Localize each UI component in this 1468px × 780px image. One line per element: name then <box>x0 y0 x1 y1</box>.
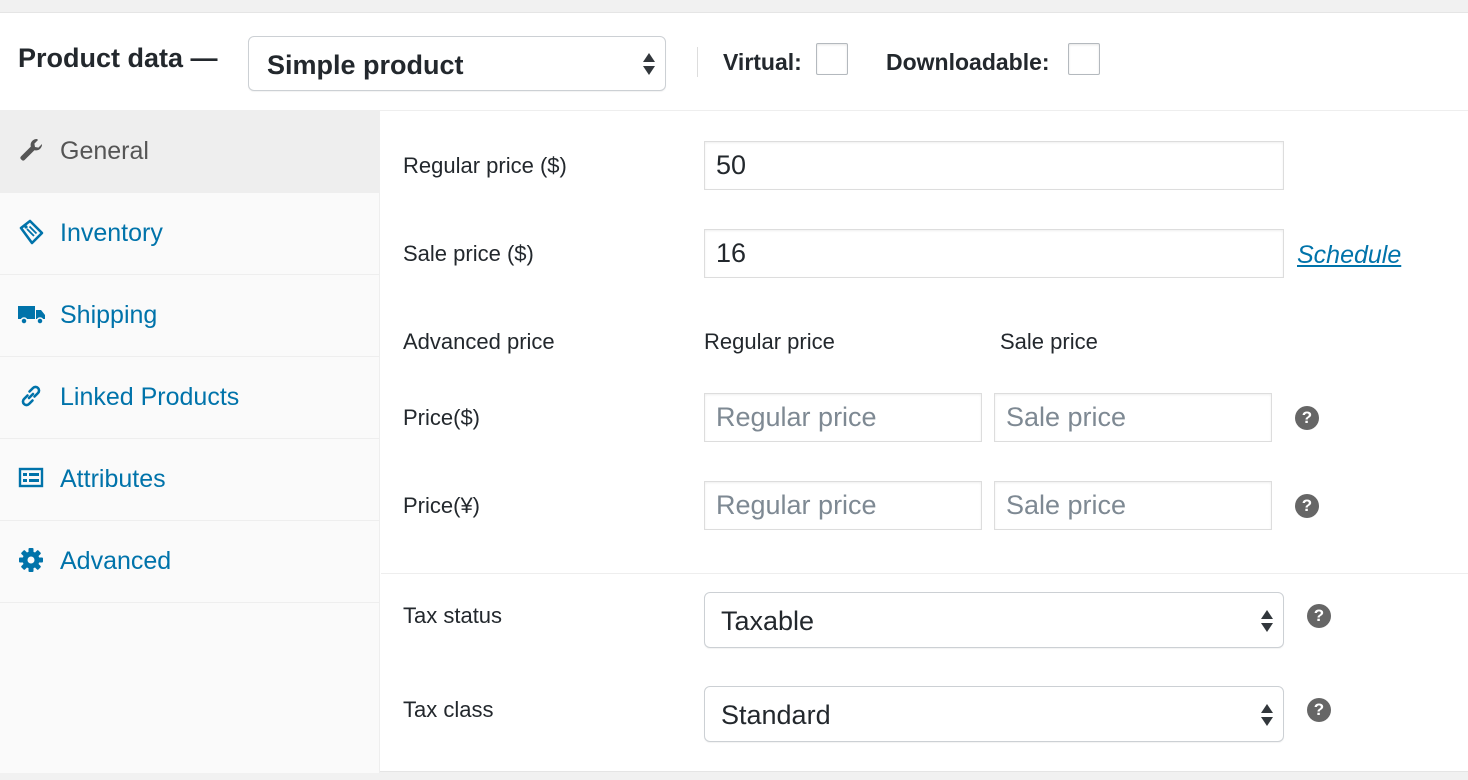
tag-icon <box>18 219 44 245</box>
help-icon[interactable]: ? <box>1307 604 1331 628</box>
tab-attributes[interactable]: Attributes <box>0 439 379 521</box>
tax-class-select[interactable]: Standard <box>704 686 1284 742</box>
panel-title: Product data — <box>18 43 218 73</box>
help-icon[interactable]: ? <box>1295 494 1319 518</box>
tab-label: Shipping <box>60 301 158 329</box>
tax-class-value: Standard <box>721 700 831 730</box>
schedule-link[interactable]: Schedule <box>1297 241 1401 270</box>
tab-label: Attributes <box>60 465 166 493</box>
select-arrows-icon <box>642 51 656 77</box>
help-icon[interactable]: ? <box>1295 406 1319 430</box>
select-arrows-icon <box>1260 608 1274 634</box>
virtual-checkbox[interactable] <box>816 43 848 75</box>
wrench-icon <box>18 137 44 163</box>
product-type-value: Simple product <box>267 50 464 80</box>
downloadable-label: Downloadable: <box>886 49 1050 75</box>
column-header-regular: Regular price <box>704 329 835 354</box>
header-separator <box>697 47 698 77</box>
product-data-tabs: General Inventory Shipping Linked Produc… <box>0 111 380 773</box>
price-usd-sale-input[interactable] <box>994 393 1272 442</box>
select-arrows-icon <box>1260 702 1274 728</box>
sale-price-label: Sale price ($) <box>403 241 534 266</box>
product-data-header: Product data — Simple product Virtual: D… <box>0 13 1468 111</box>
tab-shipping[interactable]: Shipping <box>0 275 379 357</box>
advanced-price-label: Advanced price <box>403 329 555 354</box>
tab-label: General <box>60 137 149 165</box>
product-data-panel: Product data — Simple product Virtual: D… <box>0 12 1468 773</box>
price-usd-regular-input[interactable] <box>704 393 982 442</box>
price-jpy-sale-input[interactable] <box>994 481 1272 530</box>
list-icon <box>18 465 44 491</box>
regular-price-label: Regular price ($) <box>403 153 567 178</box>
help-icon[interactable]: ? <box>1307 698 1331 722</box>
tab-label: Advanced <box>60 547 172 575</box>
regular-price-input[interactable] <box>704 141 1284 190</box>
gear-icon <box>18 547 44 573</box>
virtual-label: Virtual: <box>723 49 802 75</box>
tab-label: Inventory <box>60 219 163 247</box>
price-jpy-regular-input[interactable] <box>704 481 982 530</box>
product-type-select[interactable]: Simple product <box>248 36 666 91</box>
tab-linked-products[interactable]: Linked Products <box>0 357 379 439</box>
tax-status-select[interactable]: Taxable <box>704 592 1284 648</box>
column-header-sale: Sale price <box>1000 329 1098 354</box>
tax-status-label: Tax status <box>403 603 503 628</box>
tab-label: Linked Products <box>60 383 240 411</box>
sale-price-input[interactable] <box>704 229 1284 278</box>
tax-status-value: Taxable <box>721 606 815 636</box>
tab-inventory[interactable]: Inventory <box>0 193 379 275</box>
downloadable-checkbox[interactable] <box>1068 43 1100 75</box>
general-panel: Regular price ($) Sale price ($) Schedul… <box>381 111 1468 773</box>
tax-class-label: Tax class <box>403 697 494 722</box>
price-usd-label: Price($) <box>403 405 481 430</box>
tab-advanced[interactable]: Advanced <box>0 521 379 603</box>
tab-general[interactable]: General <box>0 111 379 193</box>
truck-icon <box>18 301 45 327</box>
price-jpy-label: Price(¥) <box>403 493 481 518</box>
link-icon <box>18 383 44 409</box>
section-divider <box>381 573 1468 574</box>
